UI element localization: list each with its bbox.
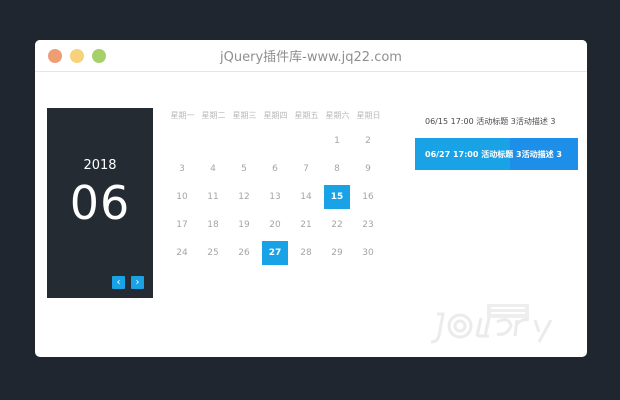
event-item-text: 06/27 17:00 活动标题 3活动描述 3: [425, 150, 562, 159]
calendar-day[interactable]: 26: [231, 241, 257, 265]
month-panel: 2018 06 ‹ ›: [47, 108, 153, 298]
calendar-day[interactable]: 17: [169, 213, 195, 237]
calendar-day[interactable]: 27: [262, 241, 288, 265]
chevron-left-icon: ‹: [116, 277, 121, 288]
calendar-day[interactable]: 1: [324, 129, 350, 153]
calendar-day[interactable]: 18: [200, 213, 226, 237]
calendar-day[interactable]: 7: [293, 157, 319, 181]
calendar-day[interactable]: 14: [293, 185, 319, 209]
calendar-day[interactable]: 24: [169, 241, 195, 265]
calendar-day[interactable]: 19: [231, 213, 257, 237]
calendar-day[interactable]: 10: [169, 185, 195, 209]
year-label: 2018: [83, 158, 117, 173]
calendar-day[interactable]: 22: [324, 213, 350, 237]
weekday-tue: 星期二: [201, 111, 226, 120]
calendar-day[interactable]: 28: [293, 241, 319, 265]
window-title: jQuery插件库-www.jq22.com: [220, 50, 402, 65]
browser-window: jQuery插件库-www.jq22.com 2018 06 ‹ › 星期一 星…: [35, 40, 587, 357]
calendar-day[interactable]: 3: [169, 157, 195, 181]
calendar-day[interactable]: 16: [355, 185, 381, 209]
calendar-day[interactable]: 21: [293, 213, 319, 237]
calendar-day[interactable]: 6: [262, 157, 288, 181]
weekday-sat: 星期六: [325, 111, 350, 120]
event-item-active[interactable]: 06/27 17:00 活动标题 3活动描述 3: [415, 138, 578, 170]
calendar-day[interactable]: 8: [324, 157, 350, 181]
calendar-day[interactable]: 13: [262, 185, 288, 209]
calendar-day[interactable]: 11: [200, 185, 226, 209]
calendar-day[interactable]: 23: [355, 213, 381, 237]
calendar-day[interactable]: 25: [200, 241, 226, 265]
next-month-button[interactable]: ›: [131, 276, 144, 289]
weekday-mon: 星期一: [170, 111, 195, 120]
chevron-right-icon: ›: [135, 277, 140, 288]
calendar-day[interactable]: 15: [324, 185, 350, 209]
calendar-day[interactable]: 5: [231, 157, 257, 181]
calendar-day[interactable]: 30: [355, 241, 381, 265]
month-label: 06: [69, 176, 131, 230]
weekday-fri: 星期五: [294, 111, 319, 120]
weekday-wed: 星期三: [232, 111, 257, 120]
calendar-grid: 星期一 星期二 星期三 星期四 星期五 星期六 星期日 1 2 3 4 5 6 7 8 9 10 1…: [167, 110, 385, 265]
weekday-thu: 星期四: [263, 111, 288, 120]
jquery-logo-watermark: [430, 304, 553, 344]
weekday-sun: 星期日: [356, 111, 381, 120]
calendar-day[interactable]: 20: [262, 213, 288, 237]
event-item[interactable]: 06/15 17:00 活动标题 3活动描述 3: [425, 116, 555, 127]
title-bar: jQuery插件库-www.jq22.com: [35, 40, 587, 72]
calendar-day[interactable]: 4: [200, 157, 226, 181]
calendar-day[interactable]: 9: [355, 157, 381, 181]
calendar-day[interactable]: 2: [355, 129, 381, 153]
prev-month-button[interactable]: ‹: [112, 276, 125, 289]
weekday-header: 星期一 星期二 星期三 星期四 星期五 星期六 星期日: [167, 110, 385, 126]
calendar-day[interactable]: 29: [324, 241, 350, 265]
calendar-day[interactable]: 12: [231, 185, 257, 209]
